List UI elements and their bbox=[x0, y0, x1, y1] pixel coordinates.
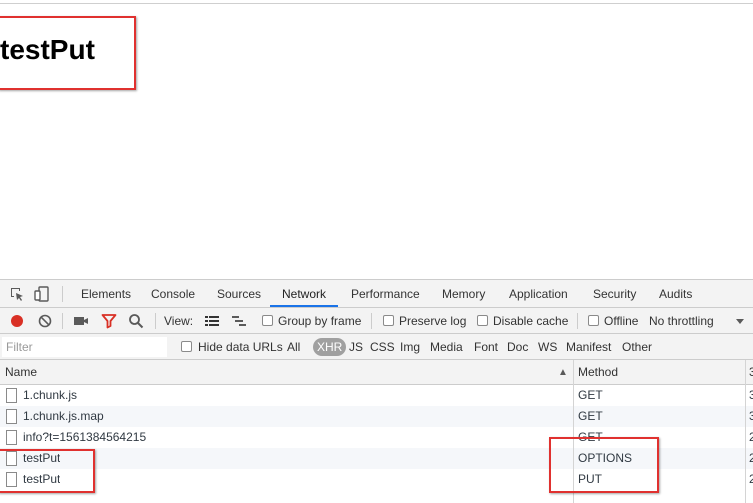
tab-elements[interactable]: Elements bbox=[81, 280, 131, 307]
table-row[interactable]: 1.chunk.js GET 3 bbox=[0, 385, 753, 406]
request-status: 2 bbox=[749, 472, 753, 486]
large-rows-list-icon[interactable] bbox=[204, 313, 220, 329]
request-method: GET bbox=[578, 388, 603, 402]
filter-type-img[interactable]: Img bbox=[400, 334, 420, 360]
tab-application[interactable]: Application bbox=[509, 280, 568, 307]
request-status: 2 bbox=[749, 430, 753, 444]
table-row[interactable]: testPut PUT 2 bbox=[0, 469, 753, 490]
hide-data-urls-checkbox[interactable] bbox=[181, 341, 192, 352]
tabbar-separator bbox=[62, 286, 63, 302]
network-request-table: Name ▲ Method 3 1.chunk.js GET 3 1.chunk… bbox=[0, 360, 753, 503]
record-icon[interactable] bbox=[9, 313, 25, 329]
toolbar-separator bbox=[62, 313, 63, 329]
network-toolbar: View: Group by frame Preserve log Disabl… bbox=[0, 308, 753, 334]
filter-input[interactable] bbox=[2, 337, 167, 357]
filter-type-other[interactable]: Other bbox=[622, 334, 652, 360]
filter-type-manifest[interactable]: Manifest bbox=[566, 334, 611, 360]
filter-type-media[interactable]: Media bbox=[430, 334, 463, 360]
group-by-frame-checkbox[interactable] bbox=[262, 315, 273, 326]
column-header-name[interactable]: Name bbox=[5, 360, 37, 385]
table-row[interactable]: 1.chunk.js.map GET 3 bbox=[0, 406, 753, 427]
toolbar-separator bbox=[155, 313, 156, 329]
tab-sources[interactable]: Sources bbox=[217, 280, 261, 307]
filter-type-all[interactable]: All bbox=[287, 334, 300, 360]
page-viewport: testPut bbox=[0, 4, 753, 279]
tab-memory[interactable]: Memory bbox=[442, 280, 485, 307]
tab-security[interactable]: Security bbox=[593, 280, 636, 307]
request-name: 1.chunk.js.map bbox=[23, 409, 104, 423]
throttling-dropdown-chevron-icon[interactable] bbox=[734, 313, 750, 329]
file-icon bbox=[6, 472, 17, 487]
column-header-status[interactable]: 3 bbox=[749, 360, 753, 385]
request-status: 3 bbox=[749, 409, 753, 423]
screenshot-camera-icon[interactable] bbox=[73, 313, 89, 329]
tab-network[interactable]: Network bbox=[270, 280, 339, 307]
sort-ascending-icon[interactable]: ▲ bbox=[558, 360, 568, 385]
clear-icon[interactable] bbox=[37, 313, 53, 329]
search-icon[interactable] bbox=[128, 313, 144, 329]
file-icon bbox=[6, 430, 17, 445]
devtools-tabbar: Elements Console Sources Network Perform… bbox=[0, 280, 753, 308]
waterfall-overview-icon[interactable] bbox=[231, 313, 247, 329]
offline-checkbox[interactable] bbox=[588, 315, 599, 326]
hide-data-urls-label: Hide data URLs bbox=[198, 340, 283, 354]
column-header-method[interactable]: Method bbox=[578, 360, 618, 385]
filter-type-font[interactable]: Font bbox=[474, 334, 498, 360]
disable-cache-label: Disable cache bbox=[493, 314, 569, 328]
toolbar-separator bbox=[371, 313, 372, 329]
request-status: 2 bbox=[749, 451, 753, 465]
column-divider[interactable] bbox=[745, 360, 746, 503]
file-icon bbox=[6, 388, 17, 403]
request-name: testPut bbox=[23, 472, 61, 486]
request-name: 1.chunk.js bbox=[23, 388, 78, 402]
tab-audits[interactable]: Audits bbox=[659, 280, 692, 307]
request-name: info?t=1561384564215 bbox=[23, 430, 147, 444]
table-row[interactable]: info?t=1561384564215 GET 2 bbox=[0, 427, 753, 448]
table-row[interactable]: testPut OPTIONS 2 bbox=[0, 448, 753, 469]
filter-type-xhr[interactable]: XHR bbox=[313, 338, 347, 356]
devtools-panel: Elements Console Sources Network Perform… bbox=[0, 279, 753, 503]
table-header: Name ▲ Method 3 bbox=[0, 360, 753, 385]
file-icon bbox=[6, 409, 17, 424]
request-name: testPut bbox=[23, 451, 61, 465]
filter-type-css[interactable]: CSS bbox=[370, 334, 395, 360]
tab-performance[interactable]: Performance bbox=[351, 280, 420, 307]
device-toolbar-icon[interactable] bbox=[34, 286, 50, 302]
request-method: PUT bbox=[578, 472, 602, 486]
filter-funnel-icon[interactable] bbox=[101, 313, 117, 329]
group-by-frame-label: Group by frame bbox=[278, 314, 362, 328]
view-label: View: bbox=[164, 314, 194, 328]
preserve-log-label: Preserve log bbox=[399, 314, 467, 328]
toolbar-separator bbox=[577, 313, 578, 329]
file-icon bbox=[6, 451, 17, 466]
offline-label: Offline bbox=[604, 314, 639, 328]
disable-cache-checkbox[interactable] bbox=[477, 315, 488, 326]
inspect-element-icon[interactable] bbox=[9, 286, 25, 302]
request-method: GET bbox=[578, 430, 603, 444]
page-heading: testPut bbox=[0, 34, 95, 65]
network-filterbar: Hide data URLs All XHR JS CSS Img Media … bbox=[0, 334, 753, 360]
preserve-log-checkbox[interactable] bbox=[383, 315, 394, 326]
column-divider[interactable] bbox=[573, 360, 574, 503]
filter-type-js[interactable]: JS bbox=[349, 334, 363, 360]
request-status: 3 bbox=[749, 388, 753, 402]
filter-type-ws[interactable]: WS bbox=[538, 334, 557, 360]
throttling-select[interactable]: No throttling bbox=[649, 308, 714, 334]
request-method: GET bbox=[578, 409, 603, 423]
filter-type-doc[interactable]: Doc bbox=[507, 334, 528, 360]
request-method: OPTIONS bbox=[578, 451, 633, 465]
tab-console[interactable]: Console bbox=[151, 280, 195, 307]
